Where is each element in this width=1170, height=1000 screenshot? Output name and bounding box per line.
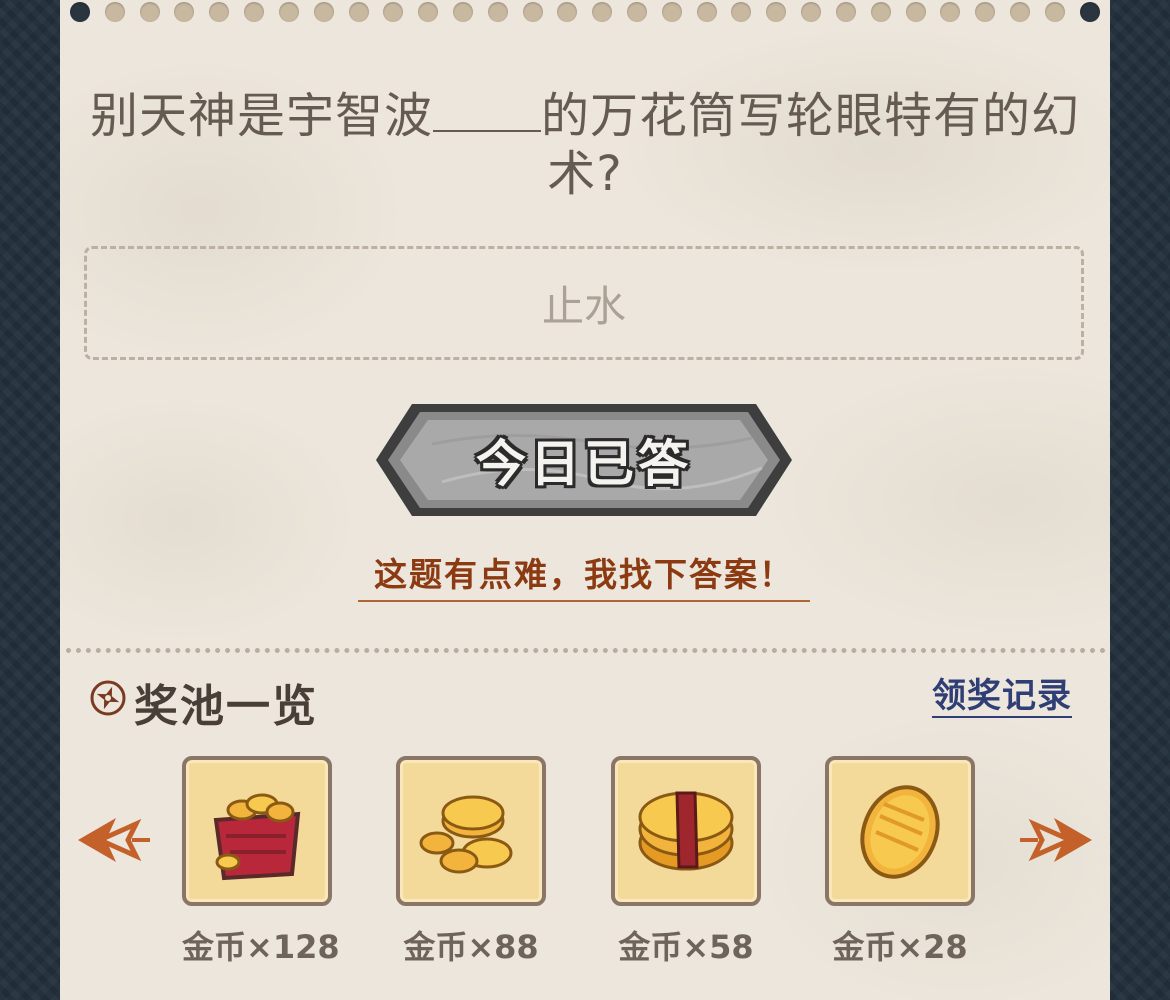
prize-pool-title: 奖池一览 xyxy=(134,681,318,732)
gold-coin-pile-icon xyxy=(419,795,513,874)
question-text: 别天神是宇智波 的万花筒写轮眼特有的幻术? xyxy=(80,86,1090,203)
gold-coin-icon xyxy=(860,785,940,879)
answered-today-button[interactable]: 今日已答 xyxy=(372,398,796,522)
find-answer-link[interactable]: 这题有点难，我找下答案！ xyxy=(358,548,810,602)
prize-label: 金币×128 xyxy=(182,928,340,966)
prize-card xyxy=(611,756,761,906)
prize-item-28[interactable]: 金币×28 xyxy=(825,756,975,968)
prize-label: 金币×58 xyxy=(618,928,754,966)
answered-button-label: 今日已答 xyxy=(476,435,692,493)
section-divider xyxy=(66,648,1106,653)
gold-coin-bundle-icon xyxy=(638,791,734,871)
next-arrow-icon[interactable] xyxy=(1018,812,1094,868)
prev-arrow-icon[interactable] xyxy=(76,812,152,868)
prize-card xyxy=(825,756,975,906)
prize-record-link[interactable]: 领奖记录 xyxy=(932,676,1072,718)
binding-holes xyxy=(70,0,1100,24)
prize-card xyxy=(182,756,332,906)
prize-label: 金币×28 xyxy=(832,928,968,966)
question-blank xyxy=(433,86,541,132)
prize-card xyxy=(396,756,546,906)
answer-field[interactable]: 止水 xyxy=(84,246,1084,360)
quiz-paper: 别天神是宇智波 的万花筒写轮眼特有的幻术? 止水 今日已答 这题有点难，我找下答案… xyxy=(60,0,1110,1000)
shuriken-icon xyxy=(90,680,126,716)
question-part-before: 别天神是宇智波 xyxy=(89,88,433,144)
prize-label: 金币×88 xyxy=(403,928,539,966)
gold-coin-chest-icon xyxy=(213,793,301,881)
answer-value: 止水 xyxy=(541,281,626,331)
prize-item-58[interactable]: 金币×58 xyxy=(611,756,761,968)
prize-item-88[interactable]: 金币×88 xyxy=(396,756,546,968)
question-part-after: 的万花筒写轮眼特有的幻术? xyxy=(541,88,1081,202)
prize-item-128[interactable]: 金币×128 xyxy=(182,756,340,968)
